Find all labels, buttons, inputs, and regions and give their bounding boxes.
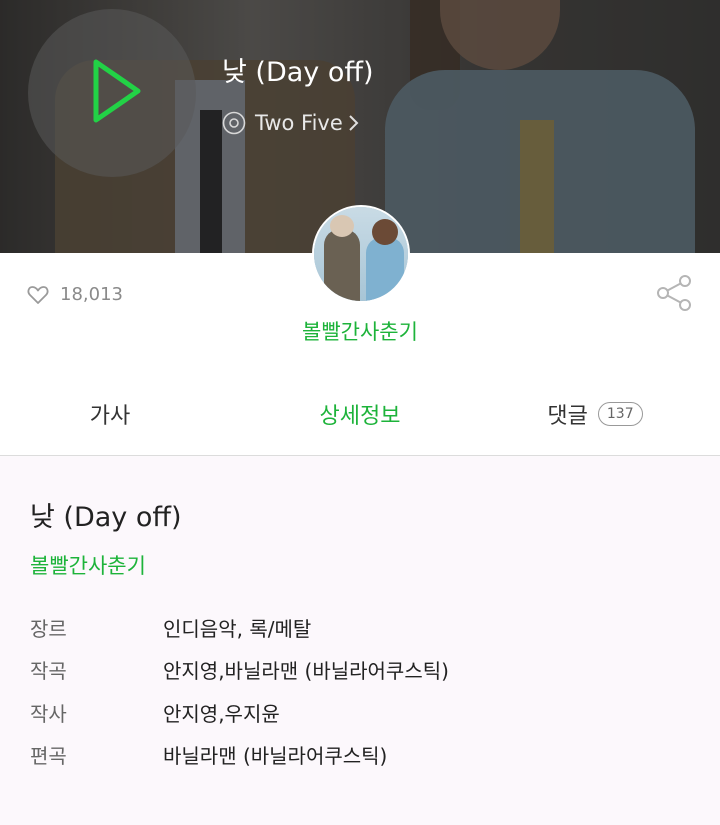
album-disc-icon: [222, 111, 246, 135]
heart-icon[interactable]: [27, 285, 49, 305]
avatar-head-left: [330, 215, 354, 237]
tab-bar: 가사 상세정보 댓글 137: [0, 372, 720, 456]
share-icon[interactable]: [656, 274, 692, 312]
avatar-figure-right: [366, 237, 404, 301]
detail-label: 장르: [30, 616, 67, 641]
details-artist-link[interactable]: 볼빨간사춘기: [30, 550, 146, 580]
like-count: 18,013: [60, 284, 123, 305]
detail-label: 작사: [30, 701, 67, 726]
detail-row-arranger: 편곡 바닐라맨 (바닐라어쿠스틱): [30, 739, 387, 769]
detail-row-composer: 작곡 안지영,바닐라맨 (바닐라어쿠스틱): [30, 654, 449, 684]
song-title: 낮 (Day off): [222, 57, 374, 88]
detail-value: 바닐라맨 (바닐라어쿠스틱): [163, 743, 388, 768]
album-link[interactable]: Two Five: [222, 108, 360, 138]
play-icon[interactable]: [88, 56, 144, 126]
tab-lyrics[interactable]: 가사: [40, 372, 180, 456]
comment-count-badge: 137: [597, 402, 643, 426]
like-button[interactable]: 18,013: [27, 284, 123, 305]
tab-details[interactable]: 상세정보: [275, 372, 445, 456]
tab-comments[interactable]: 댓글 137: [520, 372, 670, 456]
detail-label: 작곡: [30, 658, 67, 683]
detail-value: 안지영,우지윤: [163, 701, 280, 726]
detail-value: 인디음악, 록/메탈: [163, 616, 312, 641]
artist-avatar[interactable]: [312, 205, 410, 303]
chevron-right-icon: [349, 115, 359, 131]
avatar-figure-left: [324, 229, 360, 301]
artist-name-link[interactable]: 볼빨간사춘기: [0, 316, 720, 346]
detail-row-genre: 장르 인디음악, 록/메탈: [30, 612, 311, 642]
tab-comments-label: 댓글: [547, 404, 588, 429]
details-song-title: 낮 (Day off): [30, 502, 182, 533]
details-panel: 낮 (Day off) 볼빨간사춘기 장르 인디음악, 록/메탈 작곡 안지영,…: [0, 457, 720, 825]
avatar-head-right: [372, 219, 398, 245]
detail-row-lyricist: 작사 안지영,우지윤: [30, 697, 280, 727]
detail-value: 안지영,바닐라맨 (바닐라어쿠스틱): [163, 658, 449, 683]
album-name[interactable]: Two Five: [255, 111, 343, 135]
detail-label: 편곡: [30, 743, 67, 768]
